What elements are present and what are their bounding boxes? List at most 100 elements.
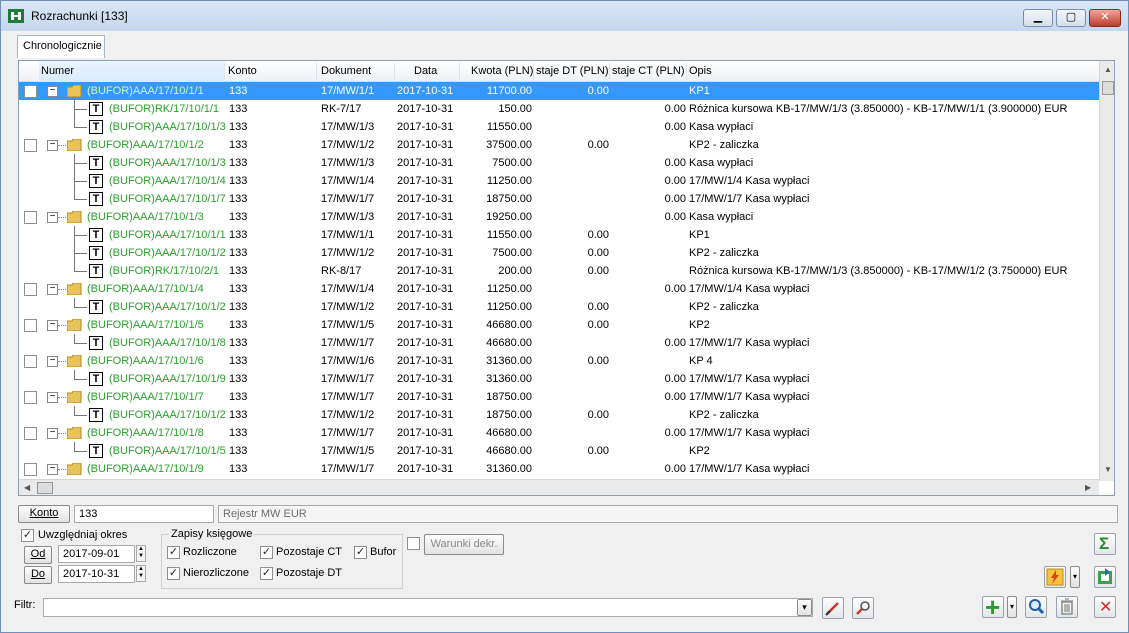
add-dropdown[interactable]: ▾ [1007,596,1017,618]
collapse-expander-icon[interactable]: − [47,464,58,475]
pozostaje-ct-checkbox[interactable]: ✓ [260,546,273,559]
title-bar[interactable]: Rozrachunki [133] ▁ ▢ ✕ [1,1,1128,31]
filter-builder-button[interactable] [852,597,874,619]
table-row-parent[interactable]: − (BUFOR)AAA/17/10/1/3 133 17/MW/1/3 2017-10… [19,208,1099,226]
table-row-child[interactable]: T (BUFOR)RK/17/10/2/1 133 RK-8/17 2017-10-31… [19,262,1099,280]
vertical-scroll-thumb[interactable] [1102,81,1114,95]
konto-button[interactable]: Konto [18,505,70,523]
collapse-expander-icon[interactable]: − [47,140,58,151]
row-checkbox[interactable] [24,319,37,332]
column-header-staje-dt[interactable]: staje DT (PLN) [536,65,609,77]
cell-opis: KP2 [689,445,710,457]
lightning-dropdown[interactable]: ▾ [1070,566,1080,588]
maximize-button[interactable]: ▢ [1056,9,1086,27]
table-row-child[interactable]: T (BUFOR)AAA/17/10/1/9 133 17/MW/1/7 2017-10… [19,370,1099,388]
filtr-input[interactable] [43,598,813,617]
table-row-parent[interactable]: − (BUFOR)AAA/17/10/1/7 133 17/MW/1/7 2017-10… [19,388,1099,406]
row-checkbox[interactable] [24,391,37,404]
export-button[interactable] [1094,566,1116,588]
table-row-parent[interactable]: − (BUFOR)AAA/17/10/1/1 133 17/MW/1/1 2017-10… [19,82,1099,100]
horizontal-scroll-thumb[interactable] [37,482,53,494]
collapse-expander-icon[interactable]: − [47,392,58,403]
tab-chronologicznie[interactable]: Chronologicznie [17,35,105,58]
warunki-dekr-button[interactable]: Warunki dekr. [424,534,504,555]
nierozliczone-checkbox[interactable]: ✓ [167,567,180,580]
pozostaje-dt-checkbox[interactable]: ✓ [260,567,273,580]
scroll-right-arrow-icon[interactable]: ▶ [1085,483,1091,492]
rozliczone-checkbox[interactable]: ✓ [167,546,180,559]
row-checkbox[interactable] [24,139,37,152]
cell-dokument: 17/MW/1/1 [321,85,375,97]
column-header-numer[interactable]: Numer [41,65,74,77]
table-row-child[interactable]: T (BUFOR)AAA/17/10/1/8 133 17/MW/1/7 2017-10… [19,334,1099,352]
warunki-checkbox[interactable] [407,537,420,550]
table-row-child[interactable]: T (BUFOR)AAA/17/10/1/3 133 17/MW/1/3 2017-10… [19,118,1099,136]
od-button[interactable]: Od [24,546,52,564]
column-header-dokument[interactable]: Dokument [321,65,371,77]
add-button[interactable]: + [982,592,1004,622]
column-header-kwota[interactable]: Kwota (PLN) [471,65,533,77]
row-checkbox[interactable] [24,283,37,296]
table-row-child[interactable]: T (BUFOR)AAA/17/10/1/5 133 17/MW/1/5 2017-10… [19,442,1099,460]
close-button[interactable]: ✕ [1094,596,1116,618]
collapse-expander-icon[interactable]: − [47,284,58,295]
row-checkbox[interactable] [24,355,37,368]
cell-kwota: 19250.00 [486,211,532,223]
collapse-expander-icon[interactable]: − [47,428,58,439]
table-row-parent[interactable]: − (BUFOR)AAA/17/10/1/8 133 17/MW/1/7 2017-10… [19,424,1099,442]
column-header-data[interactable]: Data [414,65,437,77]
collapse-expander-icon[interactable]: − [47,356,58,367]
table-row-child[interactable]: T (BUFOR)AAA/17/10/1/7 133 17/MW/1/7 2017-10… [19,190,1099,208]
horizontal-scrollbar[interactable]: ◀ ▶ [19,479,1099,495]
sum-button[interactable]: Σ [1094,533,1116,555]
table-row-parent[interactable]: − (BUFOR)AAA/17/10/1/5 133 17/MW/1/5 2017-10… [19,316,1099,334]
table-row-child[interactable]: T (BUFOR)RK/17/10/1/1 133 RK-7/17 2017-10-31… [19,100,1099,118]
table-row-child[interactable]: T (BUFOR)AAA/17/10/1/1 133 17/MW/1/1 2017-10… [19,226,1099,244]
od-date-spinner[interactable]: ▲ ▼ [136,545,146,562]
column-header-konto[interactable]: Konto [228,65,257,77]
cell-data: 2017-10-31 [397,445,454,457]
table-row-child[interactable]: T (BUFOR)AAA/17/10/1/2 133 17/MW/1/2 2017-10… [19,406,1099,424]
folder-icon [67,463,82,475]
column-header-staje-ct[interactable]: staje CT (PLN) [612,65,685,77]
row-checkbox[interactable] [24,463,37,476]
cell-staje-ct: 0.00 [664,211,686,223]
table-row-child[interactable]: T (BUFOR)AAA/17/10/1/4 133 17/MW/1/4 2017-10… [19,172,1099,190]
bufor-checkbox[interactable]: ✓ [354,546,367,559]
minimize-button[interactable]: ▁ [1023,9,1053,27]
clear-filter-button[interactable] [822,597,844,619]
do-button[interactable]: Do [24,566,52,584]
do-date-field[interactable]: 2017-10-31 [58,565,135,583]
od-date-field[interactable]: 2017-09-01 [58,545,135,563]
table-row-parent[interactable]: − (BUFOR)AAA/17/10/1/2 133 17/MW/1/2 2017-10… [19,136,1099,154]
cell-data: 2017-10-31 [397,337,454,349]
vertical-scrollbar[interactable]: ▲ ▼ [1099,61,1114,481]
table-row-child[interactable]: T (BUFOR)AAA/17/10/1/2 133 17/MW/1/2 2017-10… [19,244,1099,262]
delete-button[interactable] [1056,596,1078,618]
uwzgledniaj-okres-checkbox[interactable]: ✓ [21,529,34,542]
table-row-child[interactable]: T (BUFOR)AAA/17/10/1/2 133 17/MW/1/2 2017-10… [19,298,1099,316]
table-row-parent[interactable]: − (BUFOR)AAA/17/10/1/9 133 17/MW/1/7 2017-10… [19,460,1099,478]
row-checkbox[interactable] [24,427,37,440]
table-row-parent[interactable]: − (BUFOR)AAA/17/10/1/4 133 17/MW/1/4 2017-10… [19,280,1099,298]
collapse-expander-icon[interactable]: − [47,212,58,223]
scroll-up-arrow-icon[interactable]: ▲ [1104,65,1112,74]
filtr-dropdown-button[interactable]: ▾ [797,599,812,616]
cell-opis: 17/MW/1/7 Kasa wypłaci [689,391,810,403]
row-checkbox[interactable] [24,85,37,98]
row-checkbox[interactable] [24,211,37,224]
do-date-spinner[interactable]: ▲ ▼ [136,565,146,582]
scroll-left-arrow-icon[interactable]: ◀ [24,483,30,492]
close-window-button[interactable]: ✕ [1089,9,1121,27]
preview-button[interactable] [1025,596,1047,618]
konto-field[interactable]: 133 [74,505,214,523]
table-row-child[interactable]: T (BUFOR)AAA/17/10/1/3 133 17/MW/1/3 2017-10… [19,154,1099,172]
cell-data: 2017-10-31 [397,229,454,241]
document-t-icon: T [89,228,103,242]
collapse-expander-icon[interactable]: − [47,320,58,331]
scroll-down-arrow-icon[interactable]: ▼ [1104,465,1112,474]
collapse-expander-icon[interactable]: − [47,86,58,97]
column-header-opis[interactable]: Opis [689,65,712,77]
lightning-button[interactable] [1044,566,1066,588]
table-row-parent[interactable]: − (BUFOR)AAA/17/10/1/6 133 17/MW/1/6 2017-10… [19,352,1099,370]
